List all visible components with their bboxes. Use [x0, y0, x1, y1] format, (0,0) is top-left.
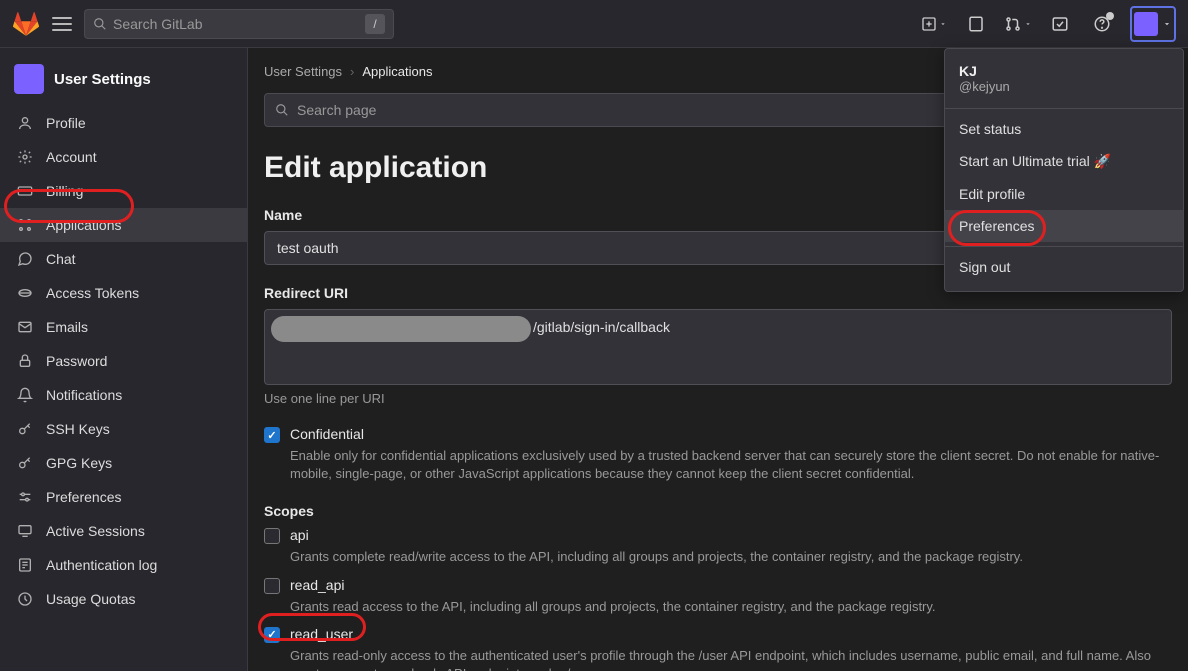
applications-icon: [16, 216, 34, 234]
sidebar-item-label: Emails: [46, 319, 88, 335]
dropdown-edit-profile[interactable]: Edit profile: [945, 178, 1183, 210]
confidential-label[interactable]: Confidential: [290, 426, 364, 442]
dropdown-preferences[interactable]: Preferences: [945, 210, 1183, 242]
sidebar: User Settings Profile Account Billing Ap…: [0, 48, 248, 671]
topbar: Search GitLab /: [0, 0, 1188, 48]
scopes-label: Scopes: [264, 503, 1172, 519]
scope-api-checkbox[interactable]: [264, 528, 280, 544]
plus-icon[interactable]: [920, 10, 948, 38]
avatar: [14, 64, 44, 94]
authlog-icon: [16, 556, 34, 574]
scope-read-user-label[interactable]: read_user: [290, 626, 353, 642]
scope-read-api-label[interactable]: read_api: [290, 577, 345, 593]
sidebar-item-label: Account: [46, 149, 97, 165]
dropdown-user-handle: @kejyun: [959, 79, 1169, 94]
sidebar-item-label: Notifications: [46, 387, 122, 403]
page-search-placeholder: Search page: [297, 102, 376, 118]
dropdown-user-name: KJ: [959, 63, 1169, 79]
help-badge: [1106, 12, 1114, 20]
sidebar-item-ssh[interactable]: SSH Keys: [0, 412, 247, 446]
breadcrumb-current: Applications: [362, 64, 432, 79]
global-search-input[interactable]: Search GitLab /: [84, 9, 394, 39]
scope-read-api-checkbox[interactable]: [264, 578, 280, 594]
gpg-icon: [16, 454, 34, 472]
sidebar-item-label: Billing: [46, 183, 83, 199]
sidebar-item-label: Usage Quotas: [46, 591, 136, 607]
sidebar-item-label: SSH Keys: [46, 421, 110, 437]
billing-icon: [16, 182, 34, 200]
dropdown-set-status[interactable]: Set status: [945, 113, 1183, 145]
sidebar-item-profile[interactable]: Profile: [0, 106, 247, 140]
confidential-checkbox[interactable]: [264, 427, 280, 443]
ssh-icon: [16, 420, 34, 438]
sidebar-item-label: Active Sessions: [46, 523, 145, 539]
sidebar-item-sessions[interactable]: Active Sessions: [0, 514, 247, 548]
sidebar-item-usage[interactable]: Usage Quotas: [0, 582, 247, 616]
account-icon: [16, 148, 34, 166]
avatar: [1134, 12, 1158, 36]
user-dropdown: KJ @kejyun Set status Start an Ultimate …: [944, 48, 1184, 292]
redirect-input[interactable]: /gitlab/sign-in/callback: [264, 309, 1172, 385]
dropdown-separator: [945, 246, 1183, 247]
sidebar-item-notifications[interactable]: Notifications: [0, 378, 247, 412]
sidebar-item-applications[interactable]: Applications: [0, 208, 247, 242]
preferences-icon: [16, 488, 34, 506]
hamburger-icon[interactable]: [52, 14, 72, 34]
sidebar-item-emails[interactable]: Emails: [0, 310, 247, 344]
sidebar-item-label: GPG Keys: [46, 455, 112, 471]
sidebar-item-label: Applications: [46, 217, 122, 233]
sidebar-item-label: Authentication log: [46, 557, 157, 573]
sidebar-item-preferences[interactable]: Preferences: [0, 480, 247, 514]
sidebar-item-authlog[interactable]: Authentication log: [0, 548, 247, 582]
scope-api-desc: Grants complete read/write access to the…: [290, 548, 1172, 566]
search-placeholder: Search GitLab: [113, 16, 203, 32]
sidebar-item-label: Profile: [46, 115, 86, 131]
redirect-help: Use one line per URI: [264, 391, 1172, 406]
breadcrumb-sep: ›: [350, 64, 354, 79]
sidebar-item-label: Password: [46, 353, 107, 369]
dropdown-header: KJ @kejyun: [945, 57, 1183, 104]
sidebar-title: User Settings: [54, 71, 151, 88]
usage-icon: [16, 590, 34, 608]
scope-read-api-desc: Grants read access to the API, including…: [290, 598, 1172, 616]
sidebar-item-password[interactable]: Password: [0, 344, 247, 378]
emails-icon: [16, 318, 34, 336]
scope-read-user-checkbox[interactable]: [264, 627, 280, 643]
sidebar-item-chat[interactable]: Chat: [0, 242, 247, 276]
help-icon[interactable]: [1088, 10, 1116, 38]
dropdown-trial[interactable]: Start an Ultimate trial 🚀: [945, 145, 1183, 178]
sidebar-item-billing[interactable]: Billing: [0, 174, 247, 208]
redacted-text: [271, 316, 531, 342]
topbar-right: [920, 6, 1176, 42]
sessions-icon: [16, 522, 34, 540]
dropdown-separator: [945, 108, 1183, 109]
notifications-icon: [16, 386, 34, 404]
sidebar-item-label: Chat: [46, 251, 76, 267]
breadcrumb-item[interactable]: User Settings: [264, 64, 342, 79]
sidebar-item-account[interactable]: Account: [0, 140, 247, 174]
merge-requests-icon[interactable]: [1004, 10, 1032, 38]
sidebar-item-label: Preferences: [46, 489, 121, 505]
tokens-icon: [16, 284, 34, 302]
scope-api-label[interactable]: api: [290, 527, 309, 543]
todos-icon[interactable]: [1046, 10, 1074, 38]
issues-icon[interactable]: [962, 10, 990, 38]
sidebar-item-gpg[interactable]: GPG Keys: [0, 446, 247, 480]
gitlab-logo[interactable]: [12, 10, 40, 38]
sidebar-item-tokens[interactable]: Access Tokens: [0, 276, 247, 310]
search-shortcut: /: [365, 14, 385, 34]
profile-icon: [16, 114, 34, 132]
sidebar-item-label: Access Tokens: [46, 285, 139, 301]
sidebar-header[interactable]: User Settings: [0, 56, 247, 106]
dropdown-sign-out[interactable]: Sign out: [945, 251, 1183, 283]
redirect-value-suffix: /gitlab/sign-in/callback: [533, 319, 670, 335]
user-avatar-menu[interactable]: [1130, 6, 1176, 42]
chat-icon: [16, 250, 34, 268]
password-icon: [16, 352, 34, 370]
scope-read-user-desc: Grants read-only access to the authentic…: [290, 647, 1172, 671]
confidential-desc: Enable only for confidential application…: [290, 447, 1172, 483]
